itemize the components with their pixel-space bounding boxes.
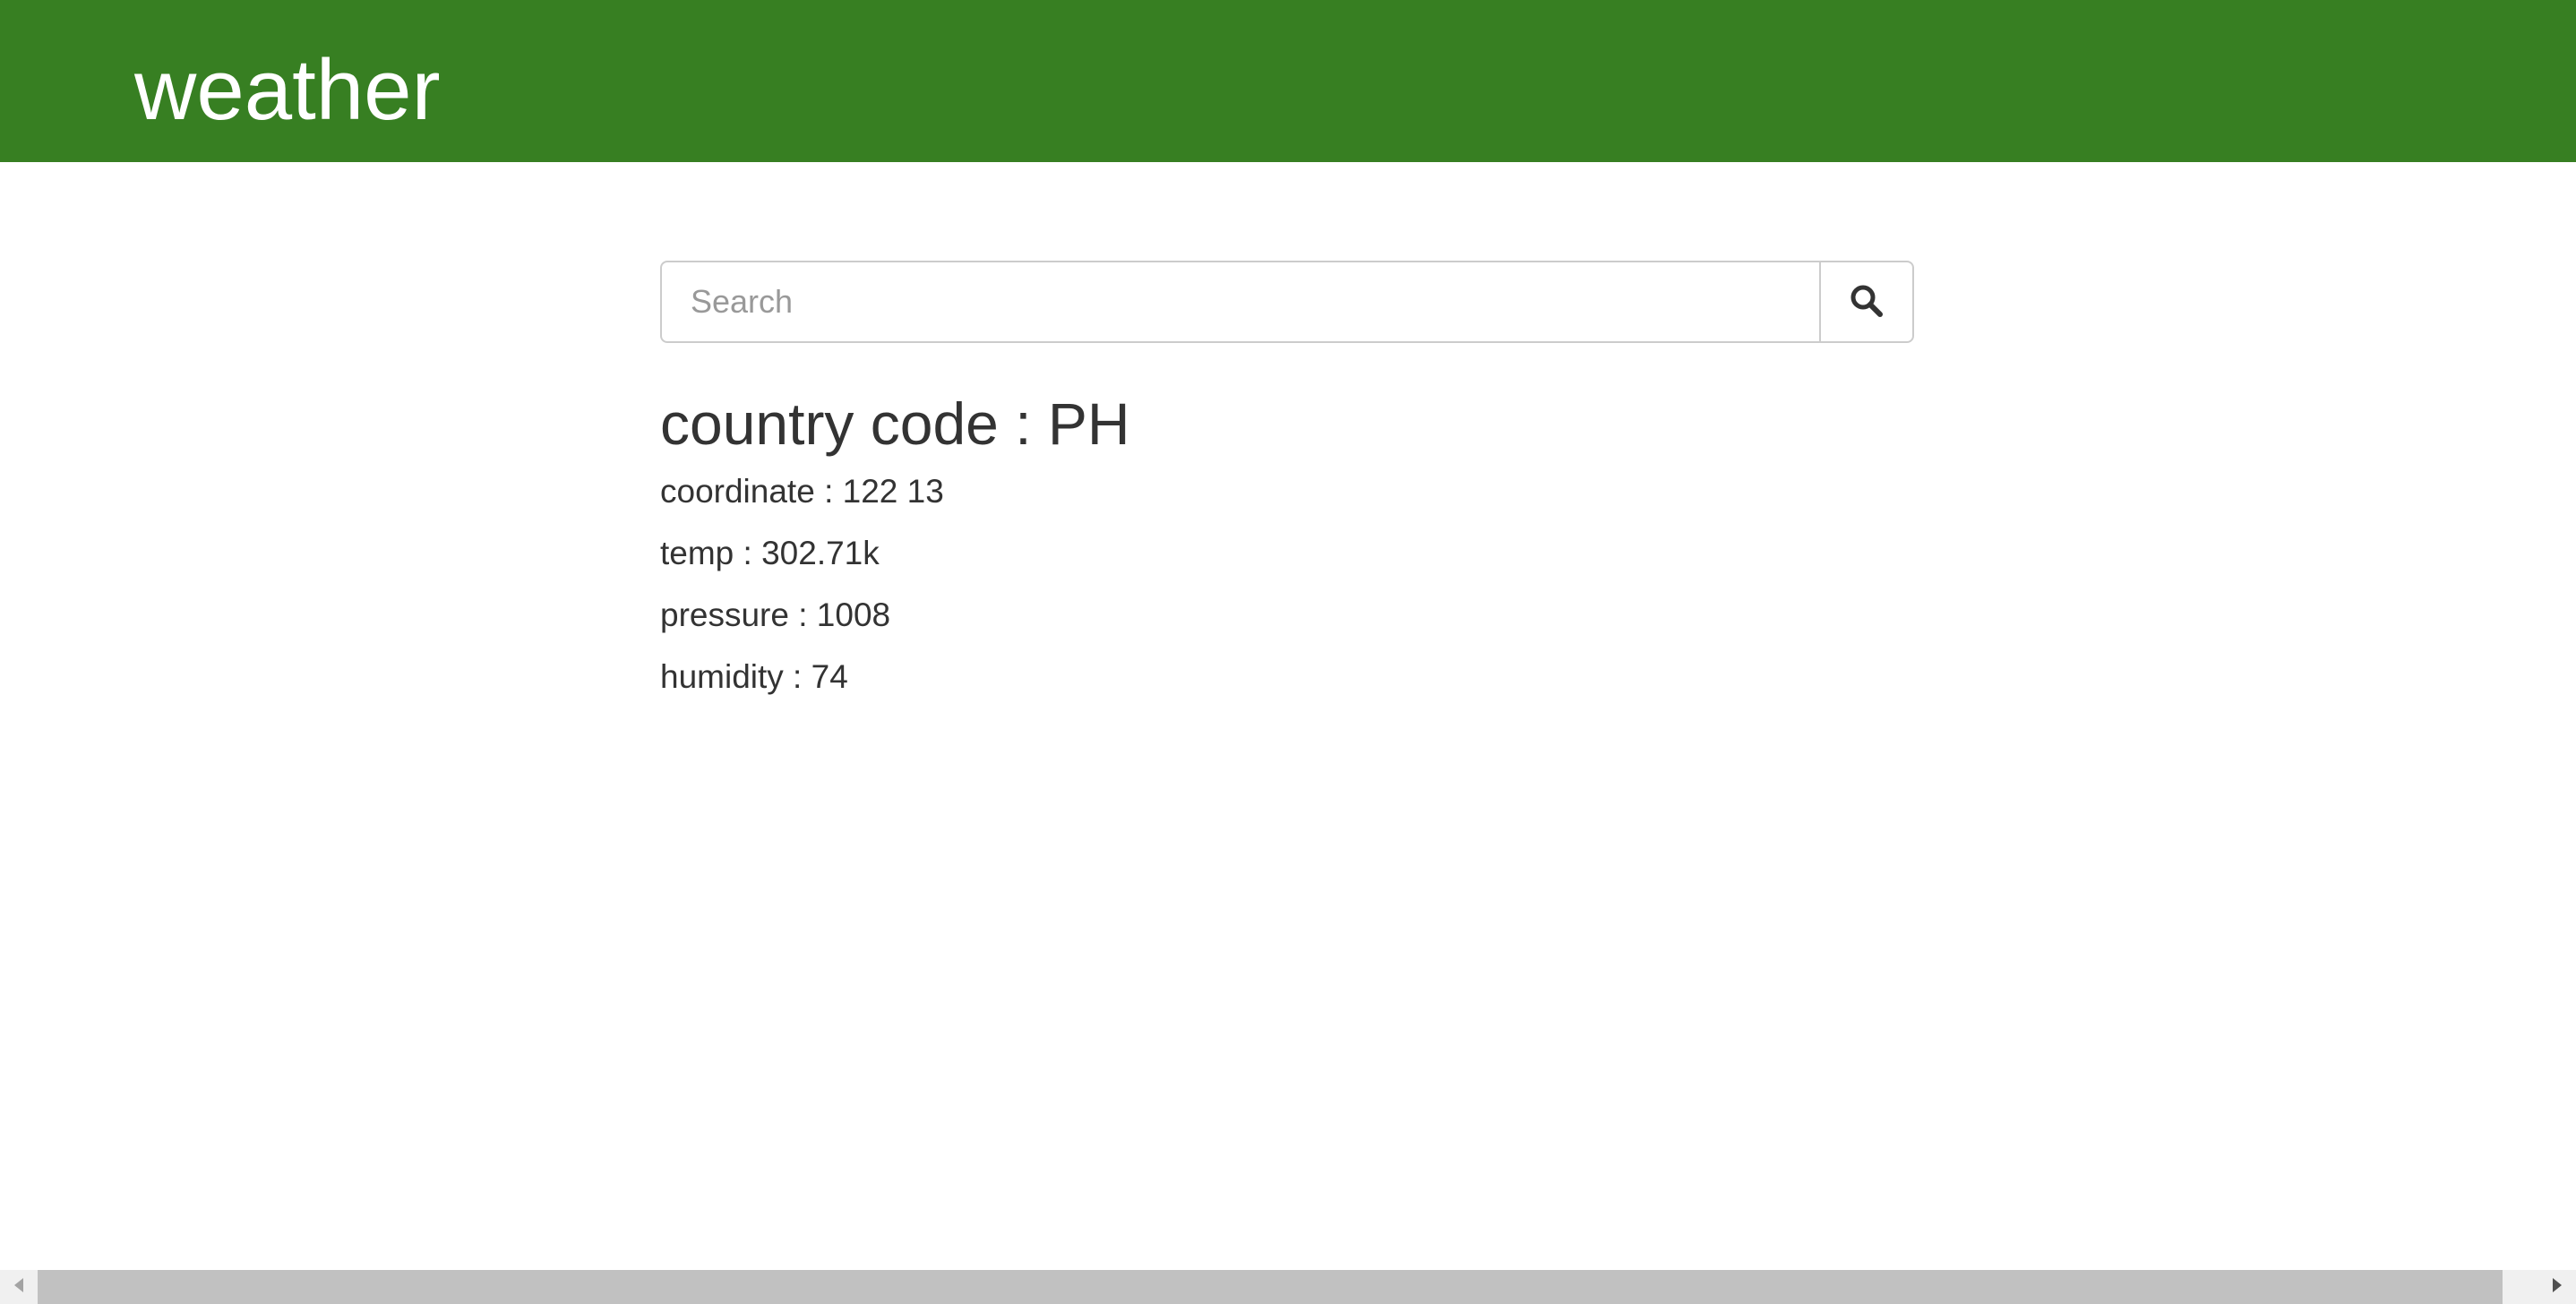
- country-code-heading: country code : PH: [660, 390, 1130, 457]
- pressure-text: pressure : 1008: [660, 596, 891, 633]
- arrow-right-icon: [2551, 1277, 2563, 1298]
- weather-results: country code : PH coordinate : 122 13 te…: [660, 387, 1130, 708]
- horizontal-scrollbar[interactable]: [0, 1270, 2576, 1304]
- search-input[interactable]: [660, 261, 1819, 343]
- scrollbar-thumb[interactable]: [38, 1270, 2503, 1304]
- app-header: weather: [0, 0, 2576, 162]
- scroll-right-button[interactable]: [2538, 1270, 2576, 1304]
- humidity-text: humidity : 74: [660, 658, 848, 695]
- search-icon: [1849, 283, 1885, 322]
- scroll-left-button[interactable]: [0, 1270, 38, 1304]
- coordinate-text: coordinate : 122 13: [660, 473, 944, 510]
- arrow-left-icon: [13, 1277, 25, 1298]
- search-bar: [660, 261, 1914, 343]
- search-button[interactable]: [1819, 261, 1914, 343]
- temp-text: temp : 302.71k: [660, 535, 880, 571]
- app-title: weather: [134, 42, 441, 138]
